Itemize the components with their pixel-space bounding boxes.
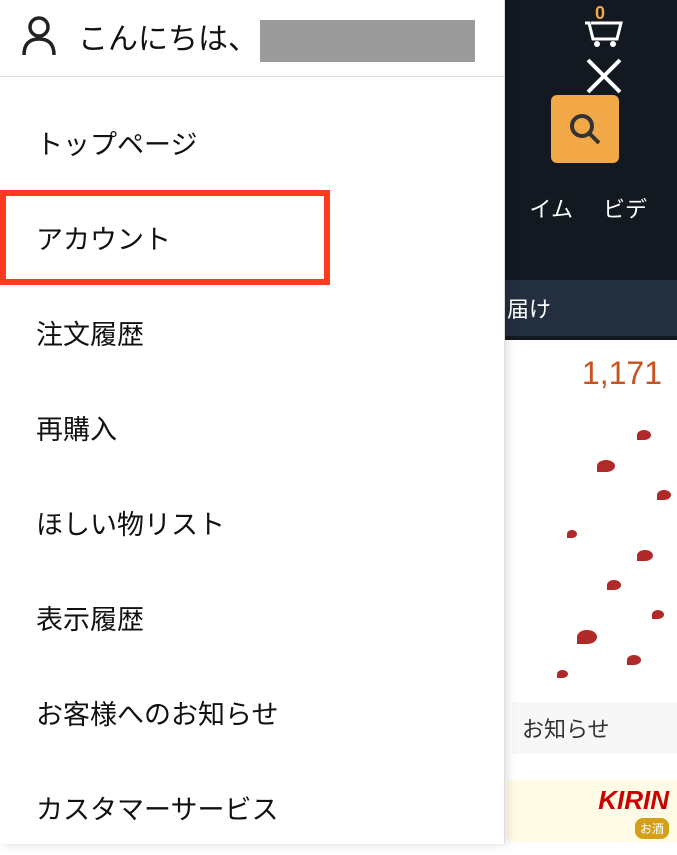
price-text: 1,171 — [497, 345, 662, 402]
user-icon — [20, 15, 58, 62]
greeting-text: こんにちは、 — [78, 14, 475, 62]
drawer-header: こんにちは、 — [0, 0, 504, 77]
delivery-banner[interactable]: 届け — [497, 280, 677, 336]
svg-text:0: 0 — [595, 5, 605, 23]
nav-fragment-1[interactable]: イム — [529, 197, 573, 222]
menu-item-account[interactable]: アカウント — [0, 190, 330, 285]
search-button[interactable] — [551, 95, 619, 163]
background-nav: イム ビデ — [521, 192, 677, 224]
menu-item-order-history[interactable]: 注文履歴 — [0, 285, 504, 380]
ad-banner-kirin[interactable]: KIRIN お酒 — [507, 780, 677, 842]
menu-item-notifications[interactable]: お客様へのお知らせ — [0, 665, 504, 760]
menu-item-top-page[interactable]: トップページ — [0, 95, 504, 190]
menu-list: トップページ アカウント 注文履歴 再購入 ほしい物リスト 表示履歴 お客様への… — [0, 77, 504, 855]
kirin-alcohol-badge: お酒 — [635, 818, 669, 839]
user-name-redacted — [260, 20, 475, 62]
menu-item-wishlist[interactable]: ほしい物リスト — [0, 475, 504, 570]
navigation-drawer: こんにちは、 トップページ アカウント 注文履歴 再購入 ほしい物リスト 表示履… — [0, 0, 505, 844]
background-overlay: 0 イムビデ 届け 1,171 お知らせ KIR — [497, 0, 677, 844]
nav-fragment-2[interactable]: ビデ — [603, 197, 647, 222]
kirin-logo-text: KIRIN — [515, 785, 669, 816]
menu-item-repurchase[interactable]: 再購入 — [0, 380, 504, 475]
cart-icon[interactable]: 0 — [579, 5, 627, 52]
menu-item-browsing-history[interactable]: 表示履歴 — [0, 570, 504, 665]
decorative-petals — [517, 420, 677, 690]
menu-item-customer-service[interactable]: カスタマーサービス — [0, 760, 504, 855]
search-icon — [567, 111, 603, 147]
notice-button[interactable]: お知らせ — [512, 702, 677, 754]
